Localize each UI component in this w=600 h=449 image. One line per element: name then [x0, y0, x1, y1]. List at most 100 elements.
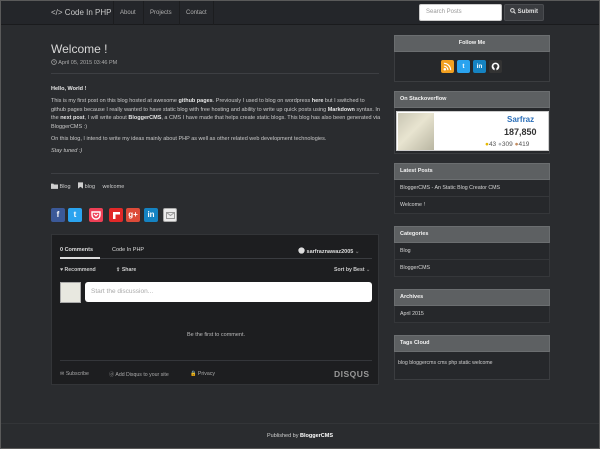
- clock-icon: [51, 59, 57, 65]
- tag-link[interactable]: blog: [85, 184, 95, 190]
- post-paragraph-3: Stay tuned :): [51, 148, 83, 155]
- comment-input[interactable]: Start the discussion...: [85, 282, 372, 302]
- subscribe-label: Subscribe: [65, 371, 89, 377]
- disqus-logo[interactable]: DISQUS: [334, 369, 370, 379]
- envelope-icon: ✉: [60, 371, 65, 377]
- chevron-down-icon: ⌄: [366, 267, 371, 273]
- footer-brand-link[interactable]: BloggerCMS: [300, 433, 333, 439]
- rss-icon[interactable]: [441, 60, 454, 73]
- disqus-d-icon: ⓓ: [109, 372, 115, 378]
- category-link[interactable]: Blog: [60, 184, 71, 190]
- share-icon: ⇪: [116, 267, 121, 273]
- flipboard-icon[interactable]: [109, 208, 123, 222]
- search-input[interactable]: Search Posts: [419, 4, 502, 21]
- post-paragraph-1: This is my first post on this blog hoste…: [51, 98, 381, 130]
- twitter-icon[interactable]: t: [457, 60, 470, 73]
- github-icon[interactable]: [489, 60, 502, 73]
- tag-link[interactable]: welcome: [103, 184, 125, 190]
- post-date-text: April 05, 2015 03:46 PM: [58, 60, 118, 66]
- footer-divider: [60, 360, 372, 361]
- linkedin-icon[interactable]: in: [144, 208, 158, 222]
- post-paragraph-2: On this blog, I intend to write my ideas…: [51, 136, 327, 143]
- bookmark-icon: [78, 182, 84, 189]
- folder-icon: [51, 183, 58, 189]
- stackoverflow-heading: On Stackoverflow: [394, 91, 550, 108]
- footer: Published by BloggerCMS: [1, 433, 599, 439]
- footer-text: Published by: [266, 433, 301, 439]
- share-button[interactable]: ⇪ Share: [116, 267, 136, 273]
- follow-me-heading: Follow Me: [394, 35, 550, 52]
- divider: [51, 73, 379, 74]
- category-link[interactable]: BloggerCMS: [394, 260, 550, 277]
- privacy-link[interactable]: 🔒 Privacy: [190, 371, 215, 377]
- tags-cloud-links[interactable]: blog bloggercms cms php static welcome: [398, 360, 493, 366]
- github-pages-link[interactable]: github pages: [178, 98, 212, 104]
- submit-label: Submit: [517, 9, 538, 15]
- disqus-thread: 0 Comments Code In PHP sarfraznawaz2005 …: [51, 234, 379, 385]
- latest-posts-heading: Latest Posts: [394, 163, 550, 180]
- so-reputation: 187,850: [504, 127, 537, 137]
- divider: [51, 173, 379, 174]
- lock-icon: 🔒: [190, 371, 197, 377]
- linkedin-icon[interactable]: in: [473, 60, 486, 73]
- post-title[interactable]: Welcome !: [51, 42, 107, 56]
- bronze-count: 419: [518, 141, 530, 148]
- recommend-label: Recommend: [64, 267, 96, 273]
- pocket-icon[interactable]: [89, 208, 103, 222]
- facebook-icon[interactable]: f: [51, 208, 65, 222]
- nav-projects[interactable]: Projects: [143, 1, 178, 25]
- tags-cloud-panel: [394, 352, 550, 380]
- navbar: </> Code In PHP About Projects Contact S…: [1, 1, 599, 25]
- latest-post-link[interactable]: Welcome !: [394, 197, 550, 214]
- subscribe-link[interactable]: ✉ Subscribe: [60, 371, 89, 377]
- empty-message: Be the first to comment.: [186, 332, 246, 338]
- page: </> Code In PHP About Projects Contact S…: [0, 0, 600, 449]
- share-label: Share: [121, 267, 137, 273]
- disqus-username: sarfraznawaz2005: [306, 249, 354, 255]
- so-badges: ●43 ●309 ●419: [485, 141, 529, 148]
- sort-dropdown[interactable]: Sort by Best ⌄: [334, 267, 370, 273]
- googleplus-icon[interactable]: g+: [126, 208, 140, 222]
- next-post-link[interactable]: next post: [60, 115, 84, 121]
- twitter-icon[interactable]: t: [68, 208, 82, 222]
- stackoverflow-flair[interactable]: Sarfraz 187,850 ●43 ●309 ●419: [396, 111, 549, 151]
- silver-count: 309: [501, 141, 513, 148]
- chevron-down-icon: ⌄: [354, 249, 360, 255]
- tags-cloud-heading: Tags Cloud: [394, 335, 550, 352]
- archive-link[interactable]: April 2015: [394, 306, 550, 323]
- tab-divider: [60, 258, 372, 259]
- tab-site[interactable]: Code In PHP: [112, 247, 144, 253]
- avatar: [398, 113, 434, 150]
- submit-button[interactable]: Submit: [504, 4, 544, 21]
- so-username: Sarfraz: [507, 115, 535, 124]
- search-icon: [510, 8, 516, 14]
- brand-link[interactable]: </> Code In PHP: [51, 1, 111, 25]
- email-icon[interactable]: [163, 208, 177, 222]
- bloggercms-link[interactable]: BloggerCMS: [128, 115, 161, 121]
- heart-icon: ♥: [60, 267, 64, 273]
- follow-me-panel: [394, 52, 550, 82]
- privacy-label: Privacy: [197, 371, 215, 377]
- category-link[interactable]: Blog: [394, 243, 550, 260]
- disqus-bubble-icon: [298, 247, 305, 254]
- latest-post-link[interactable]: BloggerCMS - An Static Blog Creator CMS: [394, 180, 550, 197]
- nav-contact[interactable]: Contact: [179, 1, 214, 25]
- nav-about[interactable]: About: [113, 1, 142, 25]
- post-meta: Blog blog welcome: [51, 182, 130, 190]
- markdown-link[interactable]: Markdown: [328, 107, 355, 113]
- archives-heading: Archives: [394, 289, 550, 306]
- active-tab-indicator: [60, 257, 100, 259]
- add-disqus-label: Add Disqus to your site: [115, 372, 169, 378]
- post-date: April 05, 2015 03:46 PM: [51, 59, 117, 66]
- recommend-button[interactable]: ♥ Recommend: [60, 267, 96, 273]
- footer-divider: [1, 423, 599, 424]
- post-body: Hello, World ! This is my first post on …: [51, 85, 381, 160]
- tab-comments[interactable]: 0 Comments: [60, 247, 93, 253]
- categories-heading: Categories: [394, 226, 550, 243]
- sort-label: Sort by Best: [334, 267, 365, 273]
- add-disqus-link[interactable]: ⓓ Add Disqus to your site: [109, 371, 169, 378]
- avatar: [60, 282, 81, 303]
- wordpress-link[interactable]: here: [312, 98, 324, 104]
- disqus-user-menu[interactable]: sarfraznawaz2005 ⌄: [298, 247, 359, 255]
- gold-count: 43: [488, 141, 497, 148]
